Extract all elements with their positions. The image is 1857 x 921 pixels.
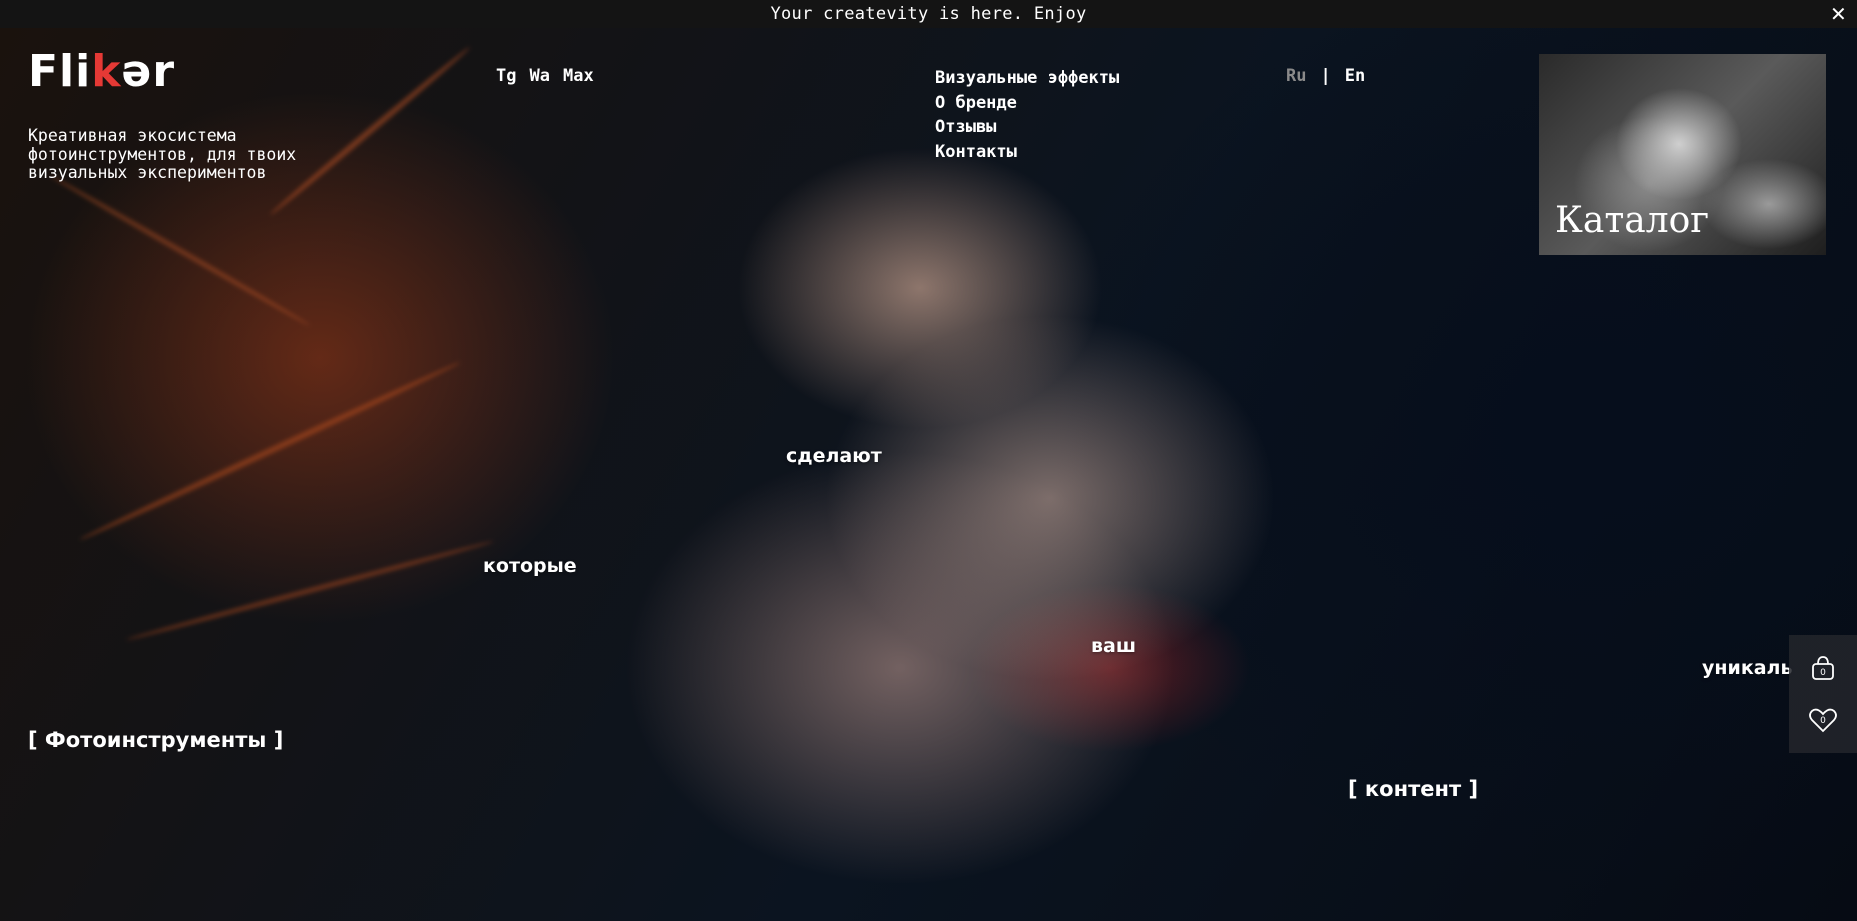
content-link[interactable]: [ контент ] (1348, 777, 1478, 801)
nav-item-contacts[interactable]: Контакты (935, 140, 1119, 165)
catalog-card[interactable]: Каталог (1539, 54, 1826, 255)
cart-button[interactable]: 0 (1789, 643, 1857, 693)
hero-word: сделают (786, 445, 882, 467)
hero-word: уникаль (1702, 657, 1793, 679)
side-widget: 0 0 (1789, 635, 1857, 753)
heart-icon: 0 (1809, 708, 1837, 733)
logo-text-accent: k (91, 46, 122, 97)
hero-word: ваш (1091, 635, 1137, 657)
lang-ru[interactable]: Ru (1286, 66, 1306, 86)
brand-tagline: Креативная экосистема фотоинструментов, … (28, 126, 297, 182)
logo-text-end: ər (121, 46, 176, 97)
main-nav: Визуальные эффекты О бренде Отзывы Конта… (935, 66, 1119, 164)
logo-text-start: Fli (28, 46, 92, 97)
hero-word: которые (483, 555, 577, 577)
announcement-text: Your createvity is here. Enjoy (770, 4, 1087, 24)
social-link-whatsapp[interactable]: Wa (529, 66, 549, 86)
close-icon[interactable]: ✕ (1830, 2, 1847, 26)
basket-icon: 0 (1812, 656, 1834, 680)
nav-item-about[interactable]: О бренде (935, 91, 1119, 116)
language-switcher: Ru | En (1286, 66, 1365, 86)
social-link-max[interactable]: Max (563, 66, 594, 86)
announcement-bar: Your createvity is here. Enjoy ✕ (0, 0, 1857, 28)
lang-en[interactable]: En (1345, 66, 1365, 86)
favorites-button[interactable]: 0 (1789, 695, 1857, 745)
fav-count: 0 (1820, 716, 1826, 726)
social-links: Tg Wa Max (496, 66, 594, 86)
nav-item-visual-effects[interactable]: Визуальные эффекты (935, 66, 1119, 91)
catalog-label: Каталог (1555, 200, 1710, 241)
social-link-telegram[interactable]: Tg (496, 66, 516, 86)
brand-logo[interactable]: Flikər (28, 50, 175, 94)
lang-separator: | (1320, 66, 1331, 86)
nav-item-reviews[interactable]: Отзывы (935, 115, 1119, 140)
tools-link[interactable]: [ Фотоинструменты ] (28, 728, 283, 752)
cart-count: 0 (1820, 668, 1826, 678)
